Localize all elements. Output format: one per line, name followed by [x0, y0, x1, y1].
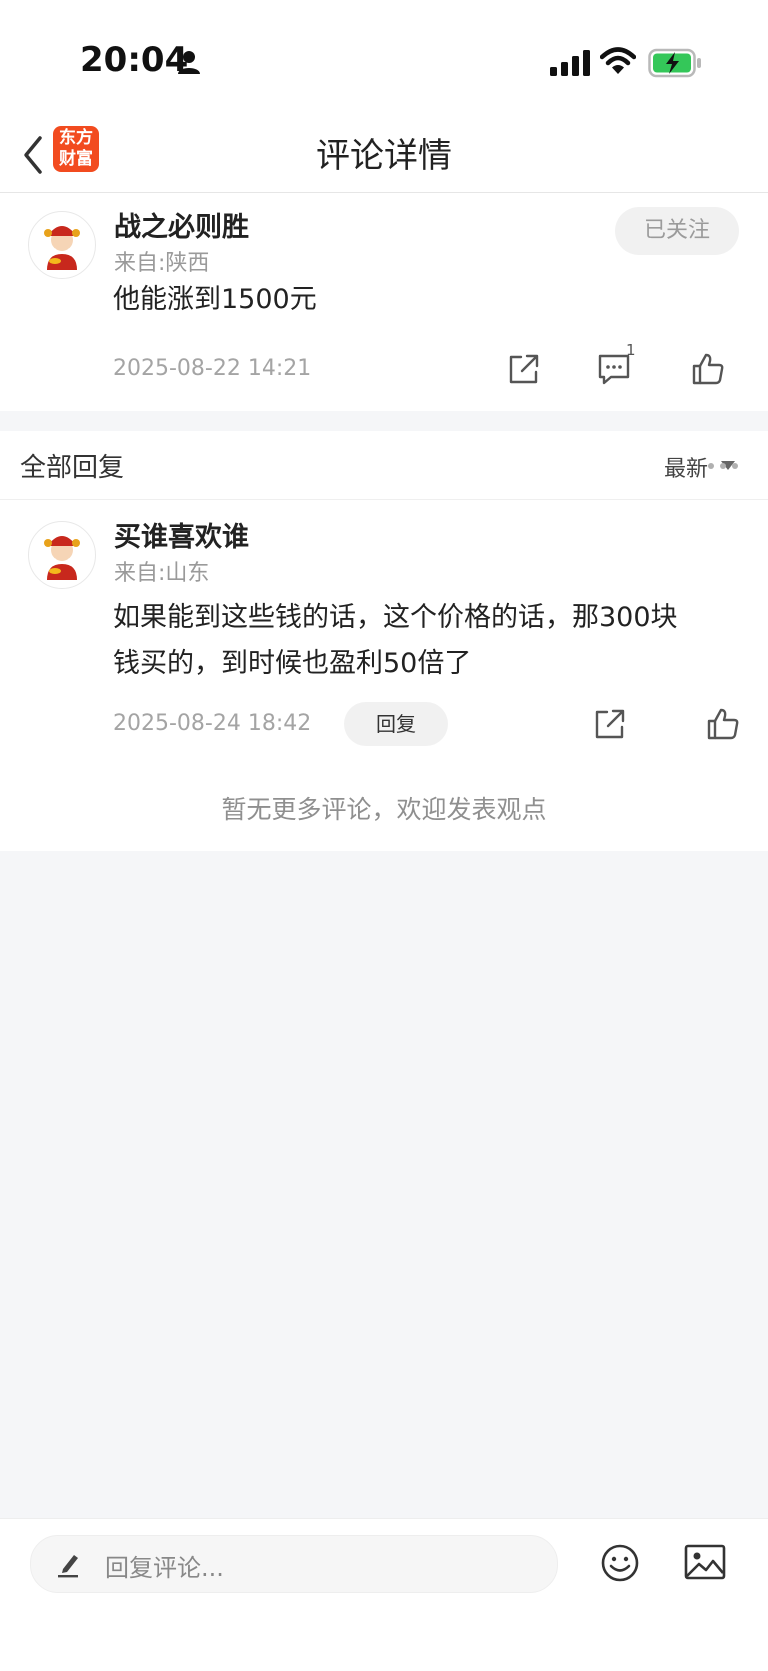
- reply-location: 来自:山东: [114, 561, 210, 586]
- battery-charging-icon: [648, 48, 701, 78]
- emoji-icon[interactable]: [600, 1543, 640, 1583]
- status-time: 20:04: [80, 40, 189, 80]
- reply-count-badge: 1: [626, 341, 636, 359]
- comment-timestamp: 2025-08-22 14:21: [113, 356, 312, 381]
- share-icon[interactable]: [592, 706, 628, 742]
- replies-header: 全部回复 最新: [0, 431, 768, 500]
- avatar-image: [44, 226, 80, 270]
- follow-button[interactable]: 已关注: [615, 207, 739, 255]
- share-icon[interactable]: [506, 351, 542, 387]
- avatar-image: [44, 536, 80, 580]
- reply-input-placeholder: 回复评论...: [105, 1554, 224, 1582]
- main-comment: 战之必则胜 来自:陕西 已关注 他能涨到1500元 2025-08-22 14:…: [0, 193, 768, 411]
- replies-section: 全部回复 最新 买谁喜欢谁 来自:山东 如果能到这些钱的话，这个价格的话，那30…: [0, 431, 768, 851]
- wifi-icon: [600, 47, 636, 74]
- reply-username[interactable]: 买谁喜欢谁: [114, 515, 249, 554]
- pen-icon: [58, 1555, 78, 1578]
- like-icon[interactable]: [690, 351, 726, 387]
- no-more-comments-text: 暂无更多评论，欢迎发表观点: [221, 795, 547, 824]
- reply-button[interactable]: 回复: [344, 702, 448, 746]
- comment-text: 他能涨到1500元: [113, 284, 317, 315]
- comment-username[interactable]: 战之必则胜: [114, 205, 249, 244]
- replies-title: 全部回复: [20, 453, 125, 483]
- comment-location: 来自:陕西: [114, 251, 210, 276]
- image-icon[interactable]: [684, 1543, 726, 1581]
- sort-select[interactable]: 最新: [664, 451, 708, 483]
- status-bar: 20:04: [0, 0, 768, 120]
- like-icon[interactable]: [705, 706, 741, 742]
- avatar[interactable]: [28, 211, 96, 279]
- reply-text-line2: 钱买的，到时候也盈利50倍了: [113, 648, 472, 679]
- reply-input[interactable]: 回复评论...: [30, 1535, 558, 1593]
- reply-timestamp: 2025-08-24 18:42: [113, 711, 312, 736]
- more-icon[interactable]: [706, 461, 740, 471]
- page-title: 评论详情: [316, 136, 452, 176]
- bottom-input-bar: 回复评论...: [0, 1518, 768, 1671]
- nav-bar: 东方 财富 评论详情: [0, 120, 768, 193]
- reply-text-line1: 如果能到这些钱的话，这个价格的话，那300块: [113, 602, 678, 633]
- avatar[interactable]: [28, 521, 96, 589]
- person-icon: [178, 51, 200, 74]
- cellular-signal-icon: [550, 50, 590, 76]
